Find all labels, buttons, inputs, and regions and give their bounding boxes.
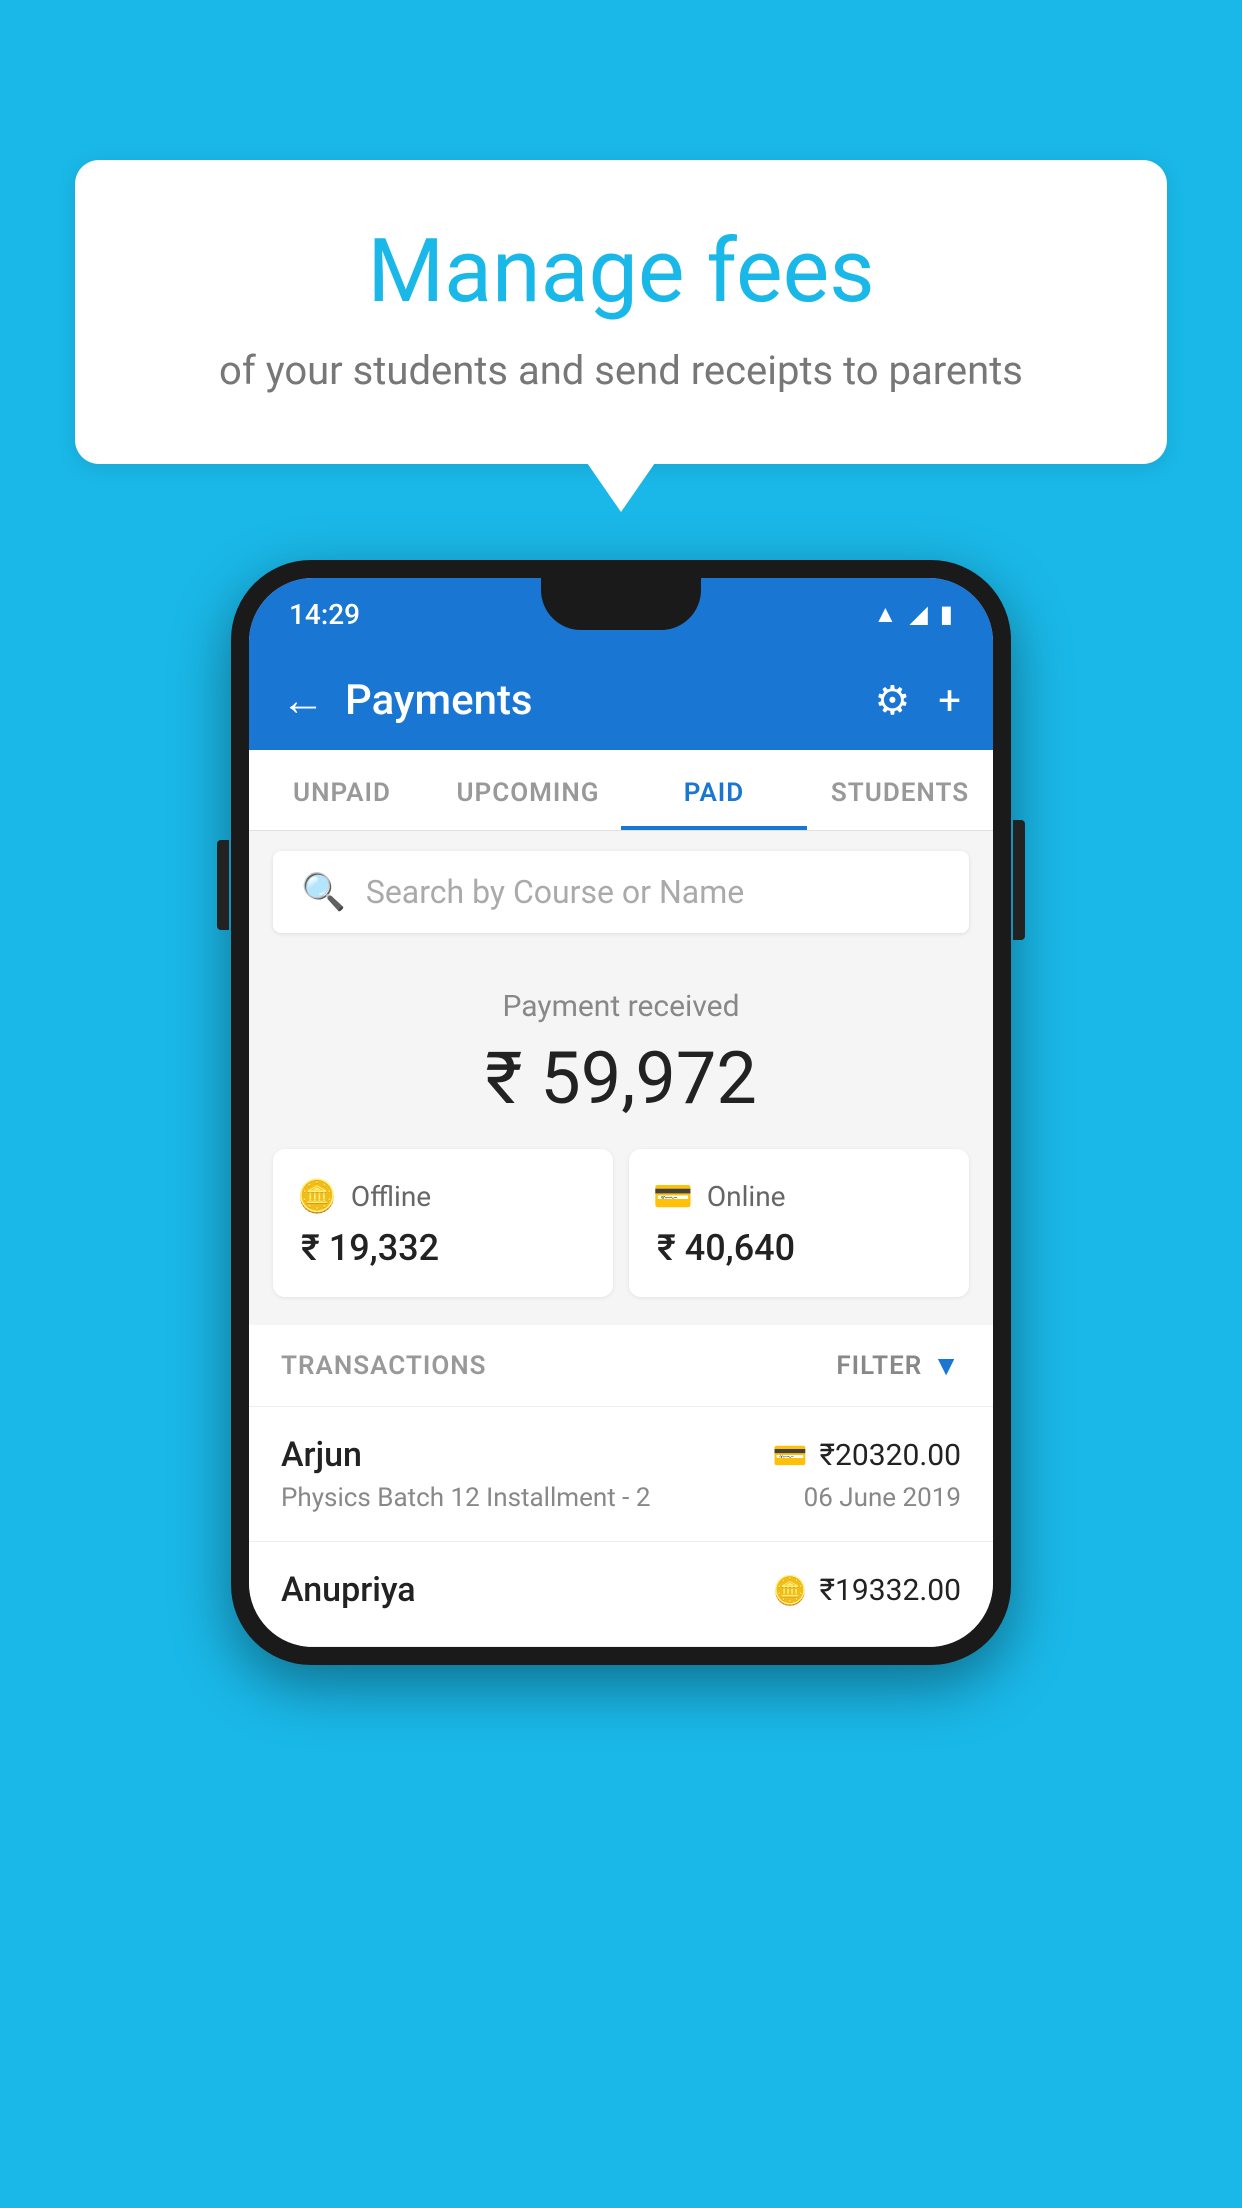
transaction-name-anupriya: Anupriya: [281, 1570, 416, 1610]
transaction-top-anupriya: Anupriya 🪙 ₹19332.00: [281, 1570, 961, 1610]
offline-card-header: 🪙 Offline: [297, 1177, 589, 1215]
offline-icon: 🪙: [297, 1177, 337, 1215]
top-bar-actions: ⚙ +: [874, 677, 961, 724]
tab-bar: UNPAID UPCOMING PAID STUDENTS: [249, 750, 993, 831]
transaction-top-arjun: Arjun 💳 ₹20320.00: [281, 1435, 961, 1475]
online-label: Online: [707, 1180, 786, 1213]
transaction-amount-wrap-anupriya: 🪙 ₹19332.00: [773, 1573, 961, 1608]
payment-total-amount: ₹ 59,972: [273, 1036, 969, 1121]
tab-students[interactable]: STUDENTS: [807, 750, 993, 830]
transaction-amount-anupriya: ₹19332.00: [820, 1573, 961, 1608]
settings-icon[interactable]: ⚙: [874, 677, 910, 724]
status-time: 14:29: [289, 598, 360, 631]
tab-paid[interactable]: PAID: [621, 750, 807, 830]
online-card: 💳 Online ₹ 40,640: [629, 1149, 969, 1297]
page-title: Payments: [345, 676, 854, 725]
tab-unpaid[interactable]: UNPAID: [249, 750, 435, 830]
transactions-header: TRANSACTIONS FILTER ▼: [249, 1325, 993, 1407]
offline-card: 🪙 Offline ₹ 19,332: [273, 1149, 613, 1297]
payment-cards: 🪙 Offline ₹ 19,332 💳 Online ₹ 40,640: [249, 1149, 993, 1325]
filter-icon: ▼: [932, 1349, 961, 1382]
offline-amount: ₹ 19,332: [297, 1227, 589, 1269]
tab-upcoming[interactable]: UPCOMING: [435, 750, 621, 830]
status-bar: 14:29 ▲ ◢ ▮: [249, 578, 993, 650]
search-container: 🔍 Search by Course or Name: [249, 831, 993, 953]
cash-payment-icon: 🪙: [773, 1574, 808, 1607]
phone-device: 14:29 ▲ ◢ ▮ ← Payments ⚙ + UNPAID UPCO: [231, 560, 1011, 1665]
offline-label: Offline: [351, 1180, 431, 1213]
online-card-header: 💳 Online: [653, 1177, 945, 1215]
status-icons: ▲ ◢ ▮: [874, 600, 953, 629]
search-icon: 🔍: [301, 871, 346, 913]
app-bar: ← Payments ⚙ +: [249, 650, 993, 750]
bubble-subtitle: of your students and send receipts to pa…: [155, 347, 1087, 394]
transaction-date-arjun: 06 June 2019: [804, 1483, 961, 1513]
phone-screen: 14:29 ▲ ◢ ▮ ← Payments ⚙ + UNPAID UPCO: [249, 578, 993, 1647]
notch: [541, 578, 701, 630]
signal-icon: ◢: [909, 600, 927, 628]
transaction-detail-arjun: Physics Batch 12 Installment - 2: [281, 1483, 650, 1513]
payment-summary: Payment received ₹ 59,972: [249, 953, 993, 1149]
search-bar[interactable]: 🔍 Search by Course or Name: [273, 851, 969, 933]
transaction-amount-arjun: ₹20320.00: [820, 1438, 961, 1473]
filter-label: FILTER: [836, 1351, 922, 1381]
back-button[interactable]: ←: [281, 674, 325, 726]
search-input[interactable]: Search by Course or Name: [366, 873, 744, 911]
filter-button[interactable]: FILTER ▼: [836, 1349, 961, 1382]
table-row[interactable]: Arjun 💳 ₹20320.00 Physics Batch 12 Insta…: [249, 1407, 993, 1542]
bubble-title: Manage fees: [155, 220, 1087, 323]
transaction-name-arjun: Arjun: [281, 1435, 362, 1475]
online-amount: ₹ 40,640: [653, 1227, 945, 1269]
speech-bubble-container: Manage fees of your students and send re…: [75, 160, 1167, 464]
card-payment-icon: 💳: [773, 1439, 808, 1472]
online-icon: 💳: [653, 1177, 693, 1215]
wifi-icon: ▲: [874, 600, 898, 629]
phone-outer: 14:29 ▲ ◢ ▮ ← Payments ⚙ + UNPAID UPCO: [231, 560, 1011, 1665]
speech-bubble: Manage fees of your students and send re…: [75, 160, 1167, 464]
payment-received-label: Payment received: [273, 989, 969, 1024]
battery-icon: ▮: [940, 600, 953, 628]
transaction-bottom-arjun: Physics Batch 12 Installment - 2 06 June…: [281, 1483, 961, 1513]
transactions-label: TRANSACTIONS: [281, 1351, 487, 1381]
transaction-amount-wrap-arjun: 💳 ₹20320.00: [773, 1438, 961, 1473]
add-icon[interactable]: +: [938, 677, 961, 724]
table-row[interactable]: Anupriya 🪙 ₹19332.00: [249, 1542, 993, 1647]
